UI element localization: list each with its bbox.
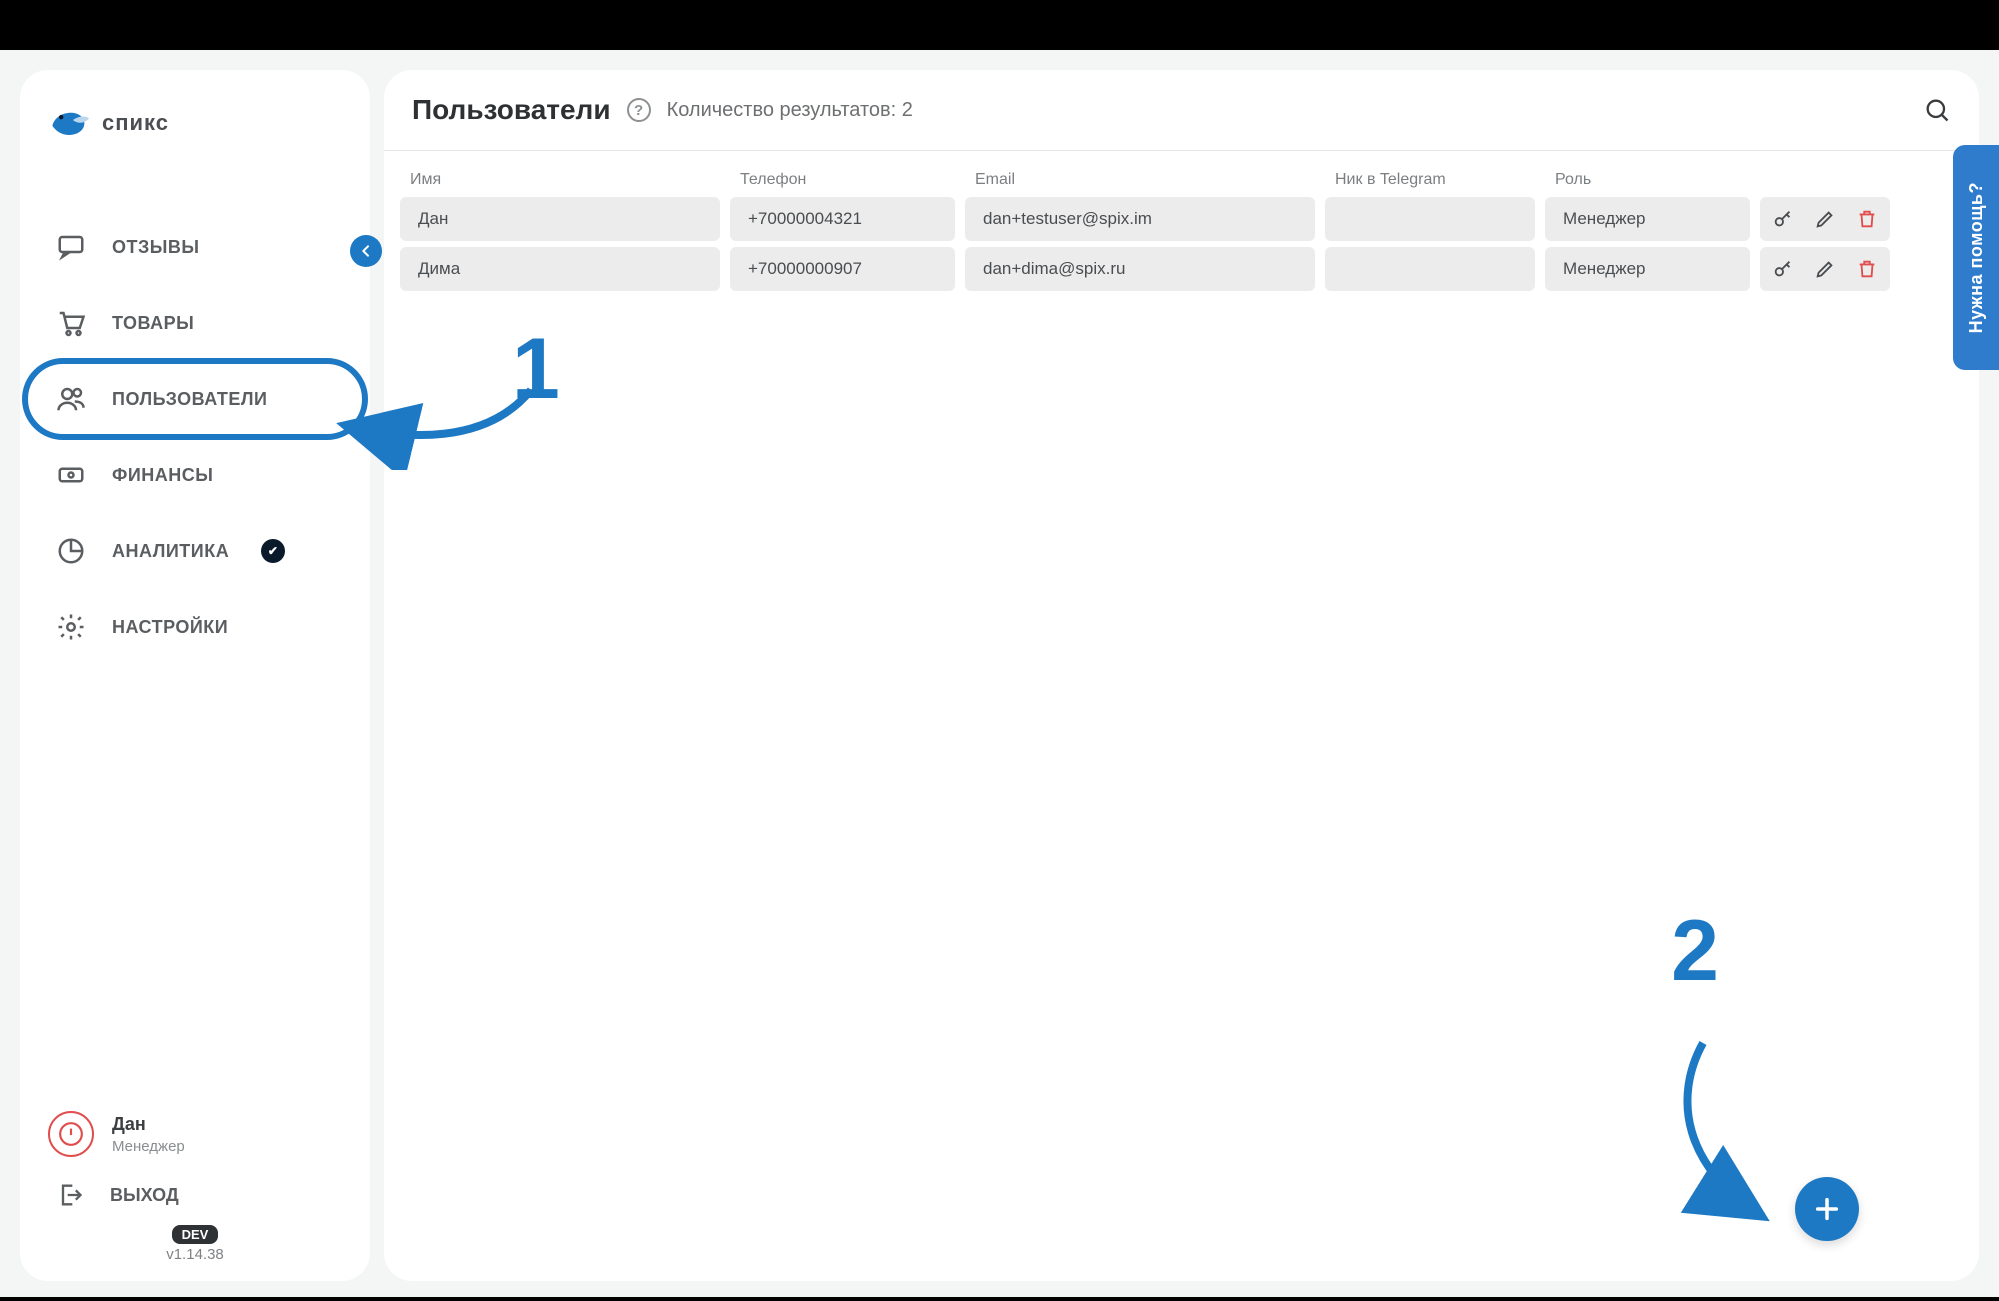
sidebar-item-label: ФИНАНСЫ bbox=[112, 465, 213, 486]
sidebar-item-reviews[interactable]: ОТЗЫВЫ bbox=[38, 214, 352, 280]
help-tab[interactable]: Нужна помощь? bbox=[1953, 145, 1999, 370]
th-telegram: Ник в Telegram bbox=[1335, 171, 1545, 189]
cart-icon bbox=[56, 308, 86, 338]
main-panel: Пользователи ? Количество результатов: 2… bbox=[384, 70, 1979, 1281]
cell-phone: +70000004321 bbox=[730, 197, 955, 241]
user-role: Менеджер bbox=[112, 1138, 185, 1155]
sidebar-collapse-button[interactable] bbox=[350, 235, 382, 267]
money-icon bbox=[56, 460, 86, 490]
app-shell: спикс ОТЗЫВЫ ТОВАРЫ ПОЛЬЗОВАТЕЛИ ФИНАНСЫ bbox=[0, 50, 1999, 1301]
cell-name: Дан bbox=[400, 197, 720, 241]
sidebar-spacer bbox=[38, 660, 352, 1111]
cell-phone: +70000000907 bbox=[730, 247, 955, 291]
th-role: Роль bbox=[1555, 171, 1760, 189]
results-count: Количество результатов: 2 bbox=[667, 99, 913, 122]
logout-icon bbox=[56, 1181, 84, 1209]
key-icon bbox=[1772, 208, 1794, 230]
row-actions bbox=[1760, 247, 1890, 291]
brand-name: спикс bbox=[102, 110, 169, 136]
pencil-icon bbox=[1814, 258, 1836, 280]
sidebar-item-label: АНАЛИТИКА bbox=[112, 541, 229, 562]
search-button[interactable] bbox=[1923, 96, 1951, 124]
pencil-icon bbox=[1814, 208, 1836, 230]
cell-role: Менеджер bbox=[1545, 247, 1750, 291]
users-table: Имя Телефон Email Ник в Telegram Роль Да… bbox=[384, 151, 1979, 297]
key-icon bbox=[1772, 258, 1794, 280]
brand-logo[interactable]: спикс bbox=[38, 98, 352, 146]
alert-circle-icon bbox=[48, 1111, 94, 1157]
cell-telegram bbox=[1325, 247, 1535, 291]
cell-email: dan+dima@spix.ru bbox=[965, 247, 1315, 291]
users-icon bbox=[56, 384, 86, 414]
sidebar-item-finance[interactable]: ФИНАНСЫ bbox=[38, 442, 352, 508]
sidebar-item-label: ОТЗЫВЫ bbox=[112, 237, 200, 258]
sidebar-item-label: ТОВАРЫ bbox=[112, 313, 194, 334]
sidebar-item-users[interactable]: ПОЛЬЗОВАТЕЛИ bbox=[38, 366, 352, 432]
delete-button[interactable] bbox=[1855, 257, 1879, 281]
sidebar-item-settings[interactable]: НАСТРОЙКИ bbox=[38, 594, 352, 660]
help-tab-label: Нужна помощь? bbox=[1966, 182, 1987, 333]
app-version: v1.14.38 bbox=[38, 1246, 352, 1263]
sidebar-item-analytics[interactable]: АНАЛИТИКА bbox=[38, 518, 352, 584]
annotation-number-1: 1 bbox=[512, 320, 560, 419]
os-top-bar bbox=[0, 0, 1999, 50]
add-user-fab[interactable] bbox=[1795, 1177, 1859, 1241]
logout-button[interactable]: ВЫХОД bbox=[38, 1163, 352, 1227]
chevron-left-icon bbox=[358, 243, 374, 259]
sidebar: спикс ОТЗЫВЫ ТОВАРЫ ПОЛЬЗОВАТЕЛИ ФИНАНСЫ bbox=[20, 70, 370, 1281]
bird-icon bbox=[48, 106, 92, 140]
th-phone: Телефон bbox=[740, 171, 965, 189]
check-badge-icon bbox=[261, 539, 285, 563]
header-left: Пользователи ? Количество результатов: 2 bbox=[412, 94, 913, 126]
table-row: Дима +70000000907 dan+dima@spix.ru Менед… bbox=[400, 247, 1963, 291]
bottom-strip bbox=[0, 1297, 1999, 1301]
dev-pill: DEV bbox=[172, 1225, 219, 1244]
pie-icon bbox=[56, 536, 86, 566]
chat-icon bbox=[56, 232, 86, 262]
trash-icon bbox=[1856, 258, 1878, 280]
row-actions bbox=[1760, 197, 1890, 241]
th-email: Email bbox=[975, 171, 1325, 189]
gear-icon bbox=[56, 612, 86, 642]
sidebar-item-label: НАСТРОЙКИ bbox=[112, 617, 228, 638]
cell-role: Менеджер bbox=[1545, 197, 1750, 241]
sidebar-item-label: ПОЛЬЗОВАТЕЛИ bbox=[112, 389, 267, 410]
cell-telegram bbox=[1325, 197, 1535, 241]
trash-icon bbox=[1856, 208, 1878, 230]
link-button[interactable] bbox=[1771, 207, 1795, 231]
page-title: Пользователи bbox=[412, 94, 611, 126]
search-icon bbox=[1923, 96, 1951, 124]
version-row: DEV bbox=[38, 1225, 352, 1244]
page-header: Пользователи ? Количество результатов: 2 bbox=[384, 70, 1979, 151]
edit-button[interactable] bbox=[1813, 257, 1837, 281]
logout-label: ВЫХОД bbox=[110, 1185, 179, 1206]
table-row: Дан +70000004321 dan+testuser@spix.im Ме… bbox=[400, 197, 1963, 241]
link-button[interactable] bbox=[1771, 257, 1795, 281]
edit-button[interactable] bbox=[1813, 207, 1837, 231]
sidebar-item-products[interactable]: ТОВАРЫ bbox=[38, 290, 352, 356]
cell-email: dan+testuser@spix.im bbox=[965, 197, 1315, 241]
user-text: Дан Менеджер bbox=[112, 1114, 185, 1155]
delete-button[interactable] bbox=[1855, 207, 1879, 231]
sidebar-nav: ОТЗЫВЫ ТОВАРЫ ПОЛЬЗОВАТЕЛИ ФИНАНСЫ АНАЛИ… bbox=[38, 214, 352, 660]
table-header: Имя Телефон Email Ник в Telegram Роль bbox=[400, 163, 1963, 197]
plus-icon bbox=[1813, 1195, 1841, 1223]
cell-name: Дима bbox=[400, 247, 720, 291]
current-user[interactable]: Дан Менеджер bbox=[38, 1111, 352, 1163]
th-name: Имя bbox=[410, 171, 730, 189]
annotation-number-2: 2 bbox=[1671, 902, 1719, 1001]
user-name: Дан bbox=[112, 1114, 185, 1135]
help-icon[interactable]: ? bbox=[627, 98, 651, 122]
